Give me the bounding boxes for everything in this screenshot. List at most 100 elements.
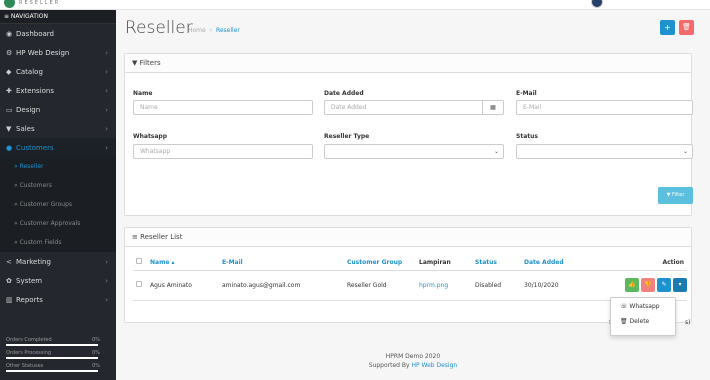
sidebar-item-label: HP Web Design bbox=[16, 48, 70, 57]
reseller-type-label: Reseller Type bbox=[324, 133, 370, 140]
sidebar-item-label: Catalog bbox=[16, 67, 43, 76]
sidebar-item-label: Reports bbox=[16, 295, 43, 304]
calendar-icon[interactable]: ▦ bbox=[482, 101, 503, 114]
select-all-header bbox=[133, 255, 147, 271]
sidebar-subitem-custom-fields[interactable]: » Custom Fields bbox=[0, 233, 116, 252]
stat-percent: 0% bbox=[92, 350, 100, 356]
cell-actions: 👍 👎 ✎ ▾ bbox=[577, 270, 687, 301]
footer-support: Supported By HP Web Design bbox=[116, 362, 710, 369]
sidebar-subitem-customer-groups[interactable]: » Customer Groups bbox=[0, 195, 116, 214]
sidebar-item-label: Marketing bbox=[16, 257, 51, 266]
chevron-right-icon: › bbox=[105, 295, 108, 304]
stat-percent: 0% bbox=[92, 337, 100, 343]
delete-menu-item[interactable]: 🗑 Delete bbox=[611, 316, 675, 328]
email-label: E-Mail bbox=[516, 90, 537, 97]
chevron-right-icon: › bbox=[105, 86, 108, 95]
chevron-right-icon: › bbox=[105, 105, 108, 114]
column-name[interactable]: Name ▴ bbox=[147, 255, 219, 271]
column-customer-group[interactable]: Customer Group bbox=[344, 255, 416, 271]
row-actions: 👍 👎 ✎ ▾ bbox=[580, 278, 687, 292]
monitor-icon: ▭ bbox=[6, 105, 13, 114]
add-button[interactable]: + bbox=[660, 20, 675, 35]
progress-bar bbox=[6, 357, 98, 359]
footer-support-prefix: Supported By bbox=[368, 362, 412, 369]
sidebar-item-label: Dashboard bbox=[16, 29, 54, 38]
bar-chart-icon: ▥ bbox=[6, 295, 13, 304]
sidebar-item-catalog[interactable]: ◆ Catalog › bbox=[0, 62, 116, 81]
stat-orders-completed: Orders Completed 0% bbox=[0, 335, 116, 348]
stat-orders-processing: Orders Processing 0% bbox=[0, 348, 116, 361]
stat-label: Other Statuses bbox=[6, 363, 44, 369]
column-lampiran: Lampiran bbox=[416, 255, 472, 271]
avatar[interactable] bbox=[591, 0, 603, 8]
dropdown-toggle-button[interactable]: ▾ bbox=[673, 278, 687, 292]
sidebar-item-sales[interactable]: ▼ Sales › bbox=[0, 119, 116, 138]
select-all-checkbox[interactable] bbox=[136, 258, 142, 265]
chevron-right-icon: › bbox=[105, 143, 108, 152]
cogs-icon: ⚙ bbox=[6, 48, 13, 57]
list-title: ≡ Reseller List bbox=[125, 228, 691, 247]
chevron-right-icon: › bbox=[105, 48, 108, 57]
breadcrumb-current[interactable]: Reseller bbox=[216, 27, 240, 34]
sidebar-item-reports[interactable]: ▥ Reports › bbox=[0, 290, 116, 309]
row-checkbox[interactable] bbox=[136, 281, 142, 287]
stat-label: Orders Processing bbox=[6, 350, 52, 356]
brand-text: RESELLER bbox=[19, 0, 61, 6]
sidebar-item-dashboard[interactable]: ◉ Dashboard bbox=[0, 24, 116, 43]
dashboard-icon: ◉ bbox=[6, 29, 13, 38]
status-select[interactable]: ⌄ bbox=[516, 144, 693, 159]
sidebar-item-design[interactable]: ▭ Design › bbox=[0, 100, 116, 119]
name-input[interactable]: Name bbox=[133, 100, 313, 115]
whatsapp-menu-item[interactable]: ☏ Whatsapp bbox=[611, 301, 675, 313]
filters-panel: ▼ Filters Name Name Date Added Date Adde… bbox=[124, 53, 693, 216]
breadcrumb-home[interactable]: Home bbox=[188, 27, 206, 34]
column-action: Action bbox=[577, 255, 687, 271]
top-bar: RESELLER bbox=[0, 0, 710, 10]
footer-copyright: HPRM Demo 2020 bbox=[385, 353, 441, 360]
progress-bar bbox=[6, 370, 98, 372]
date-added-input[interactable]: Date Added ▦ bbox=[324, 100, 504, 115]
sidebar-subitem-customer-approvals[interactable]: » Customer Approvals bbox=[0, 214, 116, 233]
name-label: Name bbox=[133, 90, 153, 97]
gear-icon: ✿ bbox=[6, 276, 12, 285]
sidebar-subitem-reseller[interactable]: » Reseller bbox=[0, 157, 116, 176]
sidebar-item-label: Customers bbox=[16, 143, 54, 152]
footer-support-link[interactable]: HP Web Design bbox=[411, 362, 457, 369]
sidebar-subitem-customers[interactable]: » Customers bbox=[0, 176, 116, 195]
tag-icon: ◆ bbox=[6, 67, 12, 76]
puzzle-icon: ✚ bbox=[6, 86, 12, 95]
reject-button[interactable]: 👎 bbox=[641, 278, 655, 292]
chevron-right-icon: › bbox=[105, 67, 108, 76]
logo-icon[interactable] bbox=[4, 0, 15, 8]
breadcrumb-separator: › bbox=[209, 27, 213, 34]
column-date-added[interactable]: Date Added bbox=[521, 255, 577, 271]
progress-bar bbox=[6, 344, 98, 346]
column-email[interactable]: E-Mail bbox=[219, 255, 344, 271]
approve-button[interactable]: 👍 bbox=[625, 278, 639, 292]
date-added-label: Date Added bbox=[324, 90, 364, 97]
sidebar-item-system[interactable]: ✿ System › bbox=[0, 271, 116, 290]
cell-group: Reseller Gold bbox=[344, 270, 416, 301]
filter-button[interactable]: ▼ Filter bbox=[658, 187, 693, 204]
sidebar-item-hp-web-design[interactable]: ⚙ HP Web Design › bbox=[0, 43, 116, 62]
column-status[interactable]: Status bbox=[472, 255, 521, 271]
sidebar-item-customers[interactable]: ● Customers › bbox=[0, 138, 116, 157]
sidebar-item-marketing[interactable]: < Marketing › bbox=[0, 252, 116, 271]
main-content: Reseller Home › Reseller + 🗑 ▼ Filters N… bbox=[116, 10, 710, 380]
cell-lampiran-link[interactable]: hprm.png bbox=[416, 270, 472, 301]
chevron-right-icon: › bbox=[105, 257, 108, 266]
edit-button[interactable]: ✎ bbox=[657, 278, 671, 292]
stat-label: Orders Completed bbox=[6, 337, 52, 343]
reseller-type-select[interactable]: ⌄ bbox=[324, 144, 504, 159]
chevron-down-icon: ⌄ bbox=[682, 148, 688, 155]
chevron-down-icon: ⌄ bbox=[493, 148, 499, 155]
delete-button[interactable]: 🗑 bbox=[679, 20, 694, 35]
whatsapp-input[interactable]: Whatsapp bbox=[133, 144, 313, 159]
table-header-row: Name ▴ E-Mail Customer Group Lampiran St… bbox=[133, 255, 687, 271]
email-input[interactable]: E-Mail bbox=[516, 100, 693, 115]
table-row: Agus Aminato aminato.agus@gmail.com Rese… bbox=[133, 270, 687, 301]
breadcrumb: Home › Reseller bbox=[188, 27, 240, 34]
order-stats: Orders Completed 0% Orders Processing 0%… bbox=[0, 335, 116, 374]
sidebar-item-extensions[interactable]: ✚ Extensions › bbox=[0, 81, 116, 100]
page-title: Reseller bbox=[125, 18, 193, 38]
